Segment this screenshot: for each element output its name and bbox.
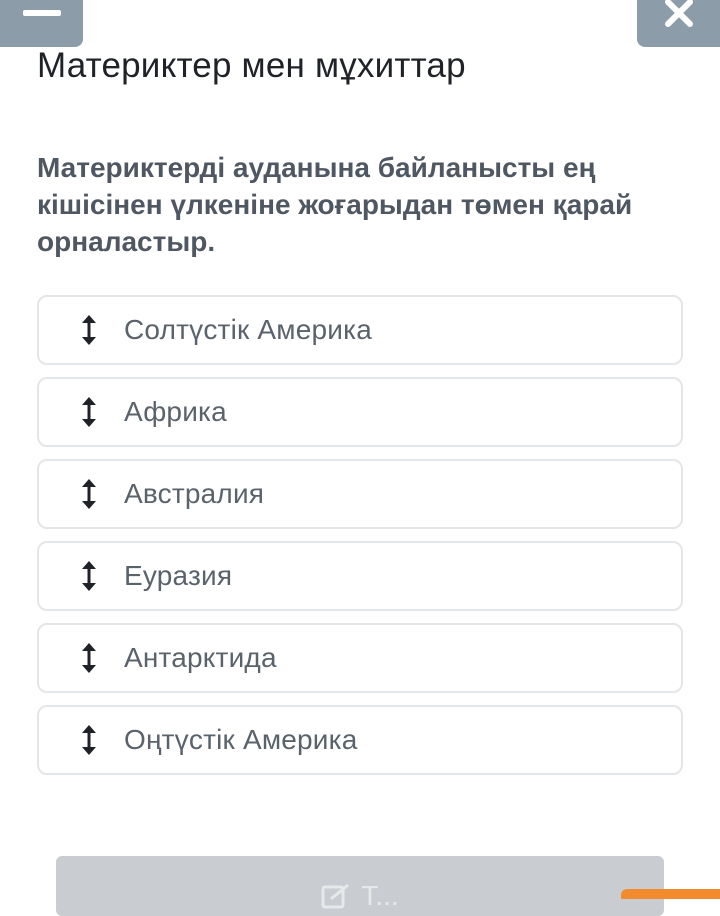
page-title: Материктер мен мұхиттар <box>37 46 466 85</box>
sortable-options-list: Солтүстік Америка Африка Австралия Еураз… <box>37 295 683 787</box>
drag-handle-icon[interactable] <box>79 560 99 592</box>
option-label: Австралия <box>124 478 265 509</box>
submit-label: Т... <box>361 880 399 911</box>
drag-handle-icon[interactable] <box>79 478 99 510</box>
close-icon <box>664 0 693 27</box>
edit-check-icon <box>321 883 350 909</box>
submit-button[interactable]: Т... <box>56 856 664 916</box>
drag-handle-icon[interactable] <box>79 724 99 756</box>
hamburger-menu-icon <box>22 9 61 16</box>
menu-button[interactable] <box>0 0 83 47</box>
option-label: Солтүстік Америка <box>124 314 372 345</box>
drag-handle-icon[interactable] <box>79 314 99 346</box>
next-button-edge[interactable] <box>621 889 720 899</box>
sortable-option[interactable]: Оңтүстік Америка <box>37 705 683 775</box>
drag-handle-icon[interactable] <box>79 642 99 674</box>
sortable-option[interactable]: Австралия <box>37 459 683 529</box>
option-label: Оңтүстік Америка <box>124 724 358 755</box>
option-label: Еуразия <box>124 560 233 591</box>
drag-handle-icon[interactable] <box>79 396 99 428</box>
sortable-option[interactable]: Еуразия <box>37 541 683 611</box>
question-text: Материктерді ауданына байланысты ең кіші… <box>37 152 633 257</box>
sortable-option[interactable]: Африка <box>37 377 683 447</box>
option-label: Африка <box>124 396 227 427</box>
option-label: Антарктида <box>124 642 277 673</box>
close-button[interactable] <box>637 0 720 47</box>
sortable-option[interactable]: Солтүстік Америка <box>37 295 683 365</box>
sortable-option[interactable]: Антарктида <box>37 623 683 693</box>
